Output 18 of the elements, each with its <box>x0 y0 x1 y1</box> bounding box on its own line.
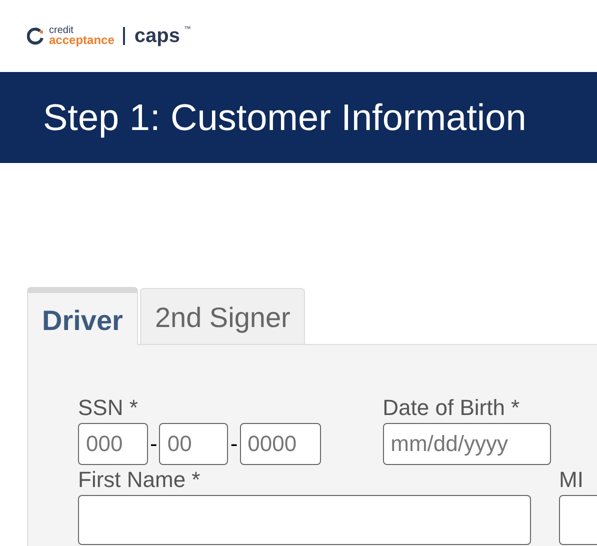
field-label: Date of Birth * <box>382 394 521 422</box>
field-label: SSN * <box>78 394 139 422</box>
separator: - <box>229 431 239 457</box>
ssn-field[interactable]: 000 <box>78 423 148 465</box>
field-label: First Name * <box>78 466 202 494</box>
page-title: Step 1: Customer Information <box>43 96 526 138</box>
product-name: caps <box>134 24 180 48</box>
tab[interactable]: 2nd Signer <box>140 288 306 344</box>
logo-text: credit <box>49 26 74 35</box>
first-name-field[interactable] <box>78 495 531 545</box>
separator: - <box>149 431 158 457</box>
tab[interactable]: Driver <box>27 287 138 345</box>
ssn-field[interactable]: 0000 <box>240 423 321 465</box>
field-label: MI <box>559 466 584 494</box>
logo-icon <box>27 27 45 45</box>
ssn-field[interactable]: 00 <box>159 423 228 465</box>
date-field[interactable]: mm/dd/yyyy <box>382 423 551 465</box>
logo-text: acceptance <box>49 35 114 46</box>
